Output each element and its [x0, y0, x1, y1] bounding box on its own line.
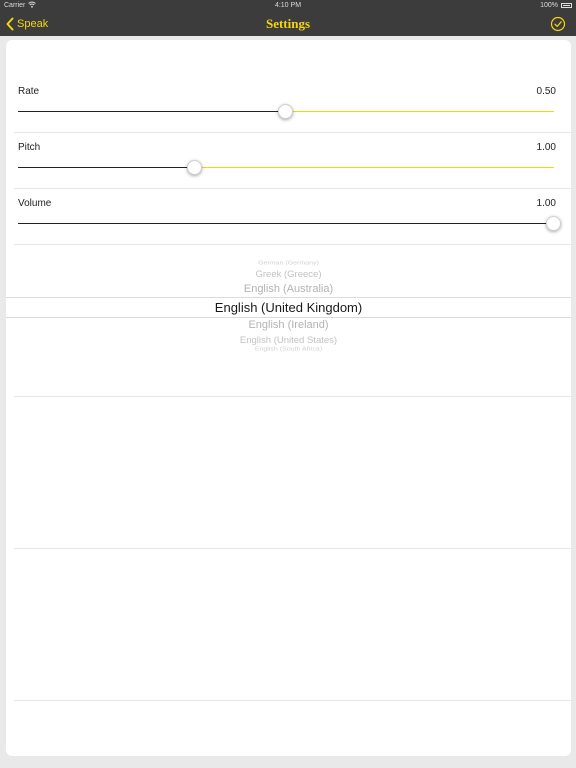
battery-percent: 100%: [540, 2, 558, 9]
picker-option[interactable]: Greek (Greece): [6, 269, 571, 280]
divider: [14, 132, 571, 133]
volume-slider-track-min: [18, 223, 554, 224]
navigation-bar: Speak Settings: [0, 12, 576, 36]
volume-slider-thumb[interactable]: [546, 216, 561, 231]
volume-value: 1.00: [536, 198, 556, 209]
picker-option[interactable]: English (Australia): [6, 283, 571, 295]
volume-slider[interactable]: [18, 216, 561, 232]
voice-picker[interactable]: German (Germany) Greek (Greece) English …: [6, 256, 571, 396]
divider: [14, 244, 571, 245]
page-title: Settings: [265, 16, 311, 31]
rate-slider-thumb[interactable]: [278, 104, 293, 119]
divider: [14, 700, 571, 701]
pitch-slider-thumb[interactable]: [186, 160, 202, 175]
picker-option-selected[interactable]: English (United Kingdom): [6, 300, 571, 315]
picker-option[interactable]: English (United States): [6, 335, 571, 346]
pitch-slider-track-max: [194, 167, 554, 168]
checkmark-circle-icon: [550, 16, 566, 32]
picker-selection-line-bottom: [6, 317, 571, 318]
status-time: 4:10 PM: [274, 2, 302, 9]
rate-slider-track-min: [18, 111, 286, 112]
picker-selection-line-top: [6, 297, 571, 298]
rate-slider-track-max: [286, 111, 554, 112]
divider: [14, 548, 571, 549]
picker-option[interactable]: English (South Africa): [6, 347, 571, 352]
settings-panel: Rate 0.50 Pitch 1.00 Volume 1.00 German …: [6, 40, 571, 756]
battery-icon: [561, 3, 572, 8]
pitch-label: Pitch: [18, 142, 41, 153]
divider: [14, 396, 571, 397]
rate-label: Rate: [18, 86, 40, 97]
pitch-slider-track-min: [18, 167, 195, 168]
done-button[interactable]: [550, 16, 566, 32]
divider: [14, 188, 571, 189]
rate-slider[interactable]: [18, 104, 554, 120]
pitch-slider[interactable]: [18, 160, 554, 176]
rate-value: 0.50: [536, 86, 556, 97]
pitch-value: 1.00: [536, 142, 556, 153]
picker-option[interactable]: German (Germany): [6, 261, 571, 266]
picker-option[interactable]: English (Ireland): [6, 319, 571, 331]
volume-label: Volume: [18, 198, 52, 209]
status-bar: Carrier 4:10 PM 100%: [0, 0, 576, 12]
